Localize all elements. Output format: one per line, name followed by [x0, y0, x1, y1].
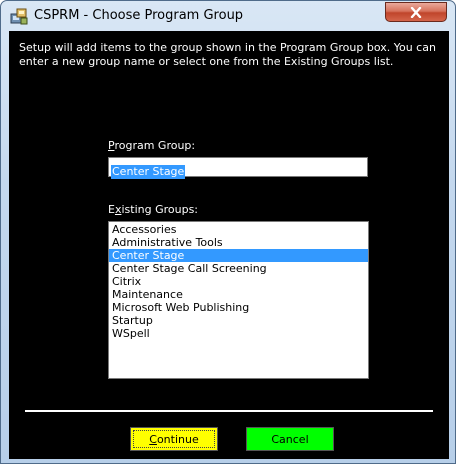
existing-groups-list[interactable]: Accessories Administrative Tools Center …	[108, 221, 369, 379]
continue-button-mnemonic: C	[149, 432, 157, 446]
intro-text: Setup will add items to the group shown …	[19, 41, 436, 68]
dialog-client-area: Setup will add items to the group shown …	[9, 31, 449, 459]
list-item[interactable]: Accessories	[109, 223, 368, 236]
close-icon	[410, 3, 422, 22]
existing-groups-label-first: E	[108, 203, 115, 216]
program-group-input-value: Center Stage	[111, 165, 186, 179]
window-title: CSPRM - Choose Program Group	[34, 8, 244, 23]
continue-button[interactable]: Continue	[130, 427, 218, 451]
program-group-label: Program Group:	[108, 139, 195, 152]
program-group-input[interactable]: Center Stage	[108, 157, 368, 179]
continue-button-label: ontinue	[156, 432, 199, 446]
divider	[25, 410, 433, 412]
list-item[interactable]: Startup	[109, 314, 368, 327]
list-item[interactable]: Citrix	[109, 275, 368, 288]
list-item-selected[interactable]: Center Stage	[109, 249, 368, 262]
cancel-button[interactable]: Cancel	[246, 427, 334, 451]
program-group-label-text: rogram Group:	[114, 139, 196, 152]
list-item[interactable]: Administrative Tools	[109, 236, 368, 249]
existing-groups-label: Existing Groups:	[108, 203, 198, 216]
list-item[interactable]: Maintenance	[109, 288, 368, 301]
setup-app-icon	[10, 8, 28, 25]
title-bar[interactable]: CSPRM - Choose Program Group	[1, 1, 456, 31]
list-item[interactable]: Center Stage Call Screening	[109, 262, 368, 275]
close-button[interactable]	[385, 2, 447, 22]
dialog-window: CSPRM - Choose Program Group Setup will …	[0, 0, 456, 464]
list-item[interactable]: WSpell	[109, 327, 368, 340]
list-item[interactable]: Microsoft Web Publishing	[109, 301, 368, 314]
existing-groups-label-text: isting Groups:	[121, 203, 199, 216]
